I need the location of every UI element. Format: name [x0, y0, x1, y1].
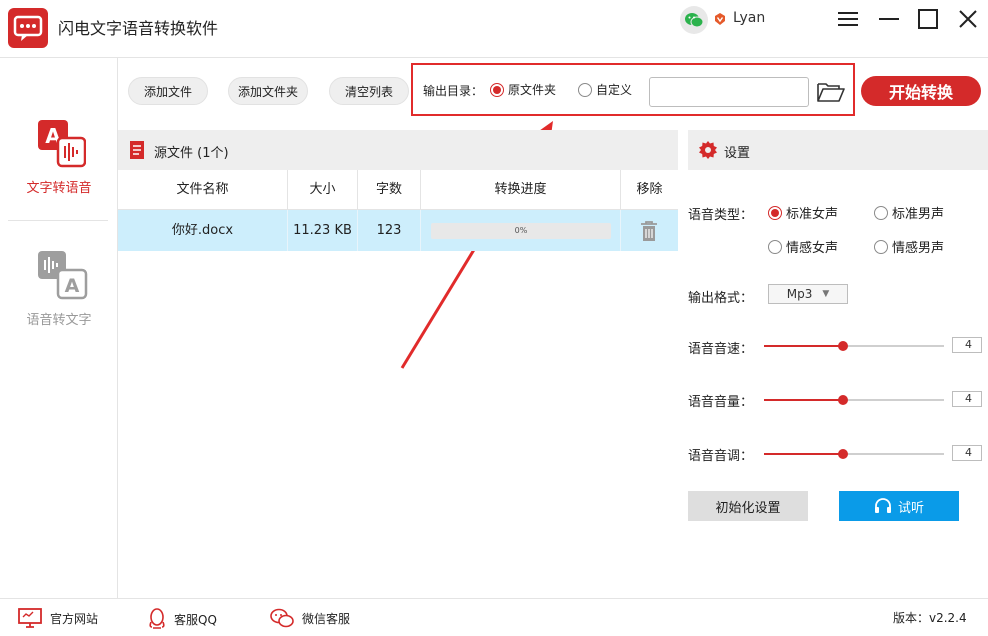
link-label: 微信客服	[302, 611, 351, 626]
volume-value-box[interactable]: 4	[952, 391, 982, 407]
radio-label: 情感男声	[892, 241, 945, 256]
volume-slider[interactable]	[764, 395, 944, 405]
progress-percent-text: 0%	[514, 226, 528, 235]
headphones-icon	[874, 498, 891, 513]
wechat-support-link[interactable]: 微信客服	[270, 608, 350, 628]
radio-selected-icon	[490, 82, 504, 97]
radio-label: 原文件夹	[508, 83, 557, 97]
slider-handle[interactable]	[838, 341, 849, 351]
listen-button[interactable]: 试听	[839, 491, 959, 521]
add-folder-button[interactable]: 添加文件夹	[228, 77, 308, 105]
volume-label: 语音音量：	[688, 395, 754, 410]
menu-icon[interactable]	[837, 8, 859, 30]
radio-label: 标准男声	[892, 207, 945, 222]
qq-penguin-icon	[149, 608, 165, 629]
radio-unselected-icon	[578, 82, 592, 97]
add-file-button[interactable]: 添加文件	[128, 77, 208, 105]
svg-text:A: A	[65, 275, 80, 297]
version-text: 版本：v2.2.4	[893, 611, 967, 625]
voice-type-label: 语音类型：	[688, 208, 754, 223]
settings-title: 设置	[724, 146, 751, 161]
source-files-title: 源文件 (1个)	[154, 146, 229, 161]
gear-icon	[698, 140, 718, 164]
vip-badge-icon	[713, 12, 727, 30]
output-format-label: 输出格式：	[688, 291, 754, 306]
file-size-cell: 11.23 KB	[288, 210, 358, 251]
output-format-select[interactable]: Mp3 ▼	[768, 284, 848, 304]
text-to-speech-icon[interactable]: A	[38, 120, 87, 172]
monitor-icon	[18, 608, 42, 628]
sidebar-item-speech-to-text[interactable]: 语音转文字	[0, 309, 118, 328]
trash-icon[interactable]	[639, 220, 659, 246]
link-label: 客服QQ	[174, 612, 217, 627]
slider-fill	[764, 399, 844, 401]
listen-button-label: 试听	[897, 500, 924, 516]
slider-handle[interactable]	[838, 449, 849, 459]
username[interactable]: Lyan	[733, 10, 765, 26]
pitch-label: 语音音调：	[688, 449, 754, 464]
radio-unselected-icon	[874, 205, 888, 220]
file-table-header: 文件名称 大小 字数 转换进度 移除	[118, 170, 678, 210]
voice-standard-male-radio[interactable]: 标准男声	[874, 203, 944, 222]
column-header-words: 字数	[358, 170, 421, 210]
slider-handle[interactable]	[838, 395, 849, 405]
close-icon[interactable]	[957, 8, 979, 30]
word-count-cell: 123	[358, 210, 421, 251]
output-path-input[interactable]	[649, 77, 809, 107]
wechat-outline-icon	[270, 608, 294, 628]
speech-to-text-icon[interactable]: A	[38, 251, 88, 305]
chevron-down-icon: ▼	[822, 289, 830, 299]
sidebar-item-text-to-speech[interactable]: 文字转语音	[0, 177, 118, 196]
radio-unselected-icon	[768, 239, 782, 254]
format-selected-value: Mp3	[786, 287, 813, 301]
output-directory-label: 输出目录：	[423, 84, 484, 98]
qq-support-link[interactable]: 客服QQ	[148, 608, 217, 630]
output-source-folder-radio[interactable]: 原文件夹	[490, 81, 556, 98]
official-website-link[interactable]: 官方网站	[18, 608, 98, 628]
wechat-icon[interactable]	[680, 6, 708, 34]
document-list-icon	[129, 140, 145, 164]
voice-emotional-female-radio[interactable]: 情感女声	[768, 237, 838, 256]
speed-label: 语音音速：	[688, 342, 754, 357]
output-custom-radio[interactable]: 自定义	[578, 81, 632, 98]
radio-label: 情感女声	[786, 241, 839, 256]
file-name-cell: 你好.docx	[118, 210, 288, 251]
radio-label: 标准女声	[786, 207, 839, 222]
folder-open-icon[interactable]	[817, 81, 845, 107]
voice-standard-female-radio[interactable]: 标准女声	[768, 203, 838, 222]
maximize-icon[interactable]	[917, 8, 939, 30]
radio-selected-icon	[768, 205, 782, 220]
slider-fill	[764, 345, 844, 347]
column-header-filename: 文件名称	[118, 170, 288, 210]
pitch-slider[interactable]	[764, 449, 944, 459]
column-header-progress: 转换进度	[421, 170, 621, 210]
speed-slider[interactable]	[764, 341, 944, 351]
sidebar: A 文字转语音 A 语音转文字	[0, 58, 118, 598]
reset-settings-button[interactable]: 初始化设置	[688, 491, 808, 521]
clear-list-button[interactable]: 清空列表	[329, 77, 409, 105]
voice-emotional-male-radio[interactable]: 情感男声	[874, 237, 944, 256]
start-convert-button[interactable]: 开始转换	[861, 76, 981, 106]
minimize-icon[interactable]	[878, 8, 900, 30]
column-header-remove: 移除	[636, 182, 663, 197]
link-label: 官方网站	[50, 611, 99, 626]
slider-fill	[764, 453, 844, 455]
sidebar-divider	[8, 220, 108, 221]
radio-unselected-icon	[874, 239, 888, 254]
app-logo-icon	[8, 8, 48, 48]
app-title: 闪电文字语音转换软件	[58, 19, 219, 38]
pitch-value-box[interactable]: 4	[952, 445, 982, 461]
speed-value-box[interactable]: 4	[952, 337, 982, 353]
radio-label: 自定义	[596, 83, 633, 97]
column-header-size: 大小	[288, 170, 358, 210]
